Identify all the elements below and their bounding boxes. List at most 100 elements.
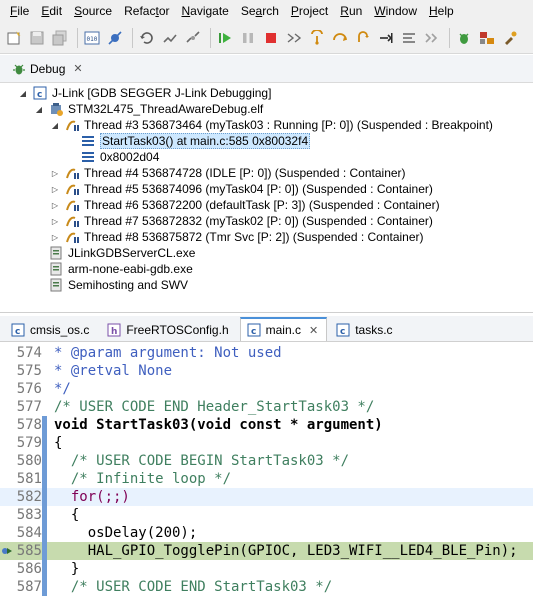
expanded-arrow-icon[interactable]: ◢ <box>18 88 28 98</box>
tab-main-c[interactable]: c main.c ✕ <box>239 317 328 341</box>
tree-item-process[interactable]: Semihosting and SWV <box>34 277 188 293</box>
external-tools-icon[interactable] <box>477 28 497 48</box>
use-step-filters-icon[interactable] <box>422 28 442 48</box>
c-file-icon: c <box>247 323 261 337</box>
tree-item-stack-frame[interactable]: 0x8002d04 <box>66 149 159 165</box>
h-file-icon: h <box>107 323 121 337</box>
line-number: 586 <box>16 561 42 577</box>
save-icon[interactable] <box>27 28 47 48</box>
code-line[interactable]: 578 void StartTask03(void const * argume… <box>0 416 533 434</box>
collapsed-arrow-icon[interactable]: ▷ <box>50 184 60 194</box>
code-line[interactable]: 586 } <box>0 560 533 578</box>
collapsed-arrow-icon[interactable]: ▷ <box>50 200 60 210</box>
disconnect-debug-icon[interactable] <box>284 28 304 48</box>
collapsed-arrow-icon[interactable]: ▷ <box>50 232 60 242</box>
instruction-stepping-icon[interactable] <box>376 28 396 48</box>
menu-window[interactable]: Window <box>368 0 423 22</box>
menu-edit[interactable]: Edit <box>35 0 68 22</box>
code-editor[interactable]: 574 * @param argument: Not used 575 * @r… <box>0 342 533 599</box>
line-number: 578 <box>16 417 42 433</box>
code-text: } <box>54 561 80 577</box>
toolbar-separator <box>210 27 211 48</box>
code-line[interactable]: 584 osDelay(200); <box>0 524 533 542</box>
tree-item-process[interactable]: JLinkGDBServerCL.exe <box>34 245 195 261</box>
menu-file[interactable]: File <box>4 0 35 22</box>
binary-icon[interactable]: 010 <box>82 28 102 48</box>
code-line[interactable]: 579 { <box>0 434 533 452</box>
step-into-icon[interactable] <box>307 28 327 48</box>
menu-bar: File Edit Source Refactor Navigate Searc… <box>0 0 533 22</box>
step-over-icon[interactable] <box>330 28 350 48</box>
terminate-icon[interactable] <box>261 28 281 48</box>
disconnect-icon[interactable] <box>183 28 203 48</box>
run-to-line-icon[interactable] <box>399 28 419 48</box>
collapsed-arrow-icon[interactable]: ▷ <box>50 168 60 178</box>
code-text: * @retval None <box>54 363 173 379</box>
suspend-icon[interactable] <box>238 28 258 48</box>
restart-icon[interactable] <box>137 28 157 48</box>
code-line[interactable]: 576 */ <box>0 380 533 398</box>
connect-icon[interactable] <box>160 28 180 48</box>
menu-help[interactable]: Help <box>423 0 460 22</box>
tab-cmsis-os-c[interactable]: c cmsis_os.c <box>4 317 98 341</box>
code-line[interactable]: 575 * @retval None <box>0 362 533 380</box>
tab-label: tasks.c <box>355 322 393 337</box>
code-text: /* USER CODE BEGIN StartTask03 */ <box>54 453 350 469</box>
tab-tasks-c[interactable]: c tasks.c <box>329 317 401 341</box>
menu-refactor[interactable]: Refactor <box>118 0 175 22</box>
code-text: /* USER CODE END StartTask03 */ <box>54 579 333 595</box>
line-number: 580 <box>16 453 42 469</box>
line-number: 574 <box>16 345 42 361</box>
tree-item-thread[interactable]: ▷ Thread #5 536874096 (myTask04 [P: 0]) … <box>50 181 433 197</box>
code-line-current[interactable]: 582 for(;;) <box>0 488 533 506</box>
tree-item-thread[interactable]: ▷ Thread #7 536872832 (myTask02 [P: 0]) … <box>50 213 433 229</box>
expanded-arrow-icon[interactable]: ◢ <box>34 104 44 114</box>
menu-run[interactable]: Run <box>334 0 368 22</box>
menu-project[interactable]: Project <box>285 0 334 22</box>
tree-item-label: Thread #7 536872832 (myTask02 [P: 0]) (S… <box>84 214 433 228</box>
close-icon[interactable]: ✕ <box>309 324 318 337</box>
tab-freertosconfig-h[interactable]: h FreeRTOSConfig.h <box>100 317 237 341</box>
code-line-instruction-pointer[interactable]: 585 HAL_GPIO_TogglePin(GPIOC, LED3_WIFI_… <box>0 542 533 560</box>
tree-item-target[interactable]: ◢ STM32L475_ThreadAwareDebug.elf <box>34 101 263 117</box>
code-text: { <box>54 507 80 523</box>
tree-item-thread[interactable]: ▷ Thread #6 536872200 (defaultTask [P: 3… <box>50 197 440 213</box>
svg-text:010: 010 <box>87 36 98 43</box>
line-number: 579 <box>16 435 42 451</box>
tree-item-stack-frame[interactable]: StartTask03() at main.c:585 0x80032f4 <box>66 133 311 149</box>
resume-icon[interactable] <box>215 28 235 48</box>
tab-debug[interactable]: Debug ✕ <box>6 57 89 81</box>
new-icon[interactable] <box>4 28 24 48</box>
code-line[interactable]: 577 /* USER CODE END Header_StartTask03 … <box>0 398 533 416</box>
tree-item-thread[interactable]: ▷ Thread #8 536875872 (Tmr Svc [P: 2]) (… <box>50 229 424 245</box>
tree-item-label: Thread #8 536875872 (Tmr Svc [P: 2]) (Su… <box>84 230 424 244</box>
close-icon[interactable]: ✕ <box>73 62 82 75</box>
save-all-icon[interactable] <box>50 28 70 48</box>
editor-area: c cmsis_os.c h FreeRTOSConfig.h c main.c… <box>0 316 533 599</box>
step-return-icon[interactable] <box>353 28 373 48</box>
svg-text:c: c <box>37 90 42 100</box>
thread-suspended-icon <box>64 229 80 245</box>
menu-navigate[interactable]: Navigate <box>175 0 234 22</box>
expanded-arrow-icon[interactable]: ◢ <box>50 120 60 130</box>
tree-item-thread[interactable]: ◢ Thread #3 536873464 (myTask03 : Runnin… <box>50 117 493 133</box>
code-line[interactable]: 574 * @param argument: Not used <box>0 344 533 362</box>
skip-breakpoints-icon[interactable] <box>105 28 125 48</box>
tree-item-process[interactable]: arm-none-eabi-gdb.exe <box>34 261 193 277</box>
code-line[interactable]: 580 /* USER CODE BEGIN StartTask03 */ <box>0 452 533 470</box>
code-line[interactable]: 581 /* Infinite loop */ <box>0 470 533 488</box>
thread-suspended-icon <box>64 197 80 213</box>
tree-item-label: 0x8002d04 <box>100 150 160 164</box>
tree-item-launch[interactable]: ◢ c J-Link [GDB SEGGER J-Link Debugging] <box>18 85 272 101</box>
collapsed-arrow-icon[interactable]: ▷ <box>50 216 60 226</box>
menu-source[interactable]: Source <box>68 0 118 22</box>
tree-item-label: Thread #4 536874728 (IDLE [P: 0]) (Suspe… <box>84 166 406 180</box>
debug-launch-icon[interactable] <box>454 28 474 48</box>
tree-item-label: Semihosting and SWV <box>68 278 189 292</box>
build-icon[interactable] <box>500 28 520 48</box>
change-ruler <box>42 416 47 596</box>
code-line[interactable]: 587 /* USER CODE END StartTask03 */ <box>0 578 533 596</box>
code-line[interactable]: 583 { <box>0 506 533 524</box>
menu-search[interactable]: Search <box>235 0 285 22</box>
tree-item-thread[interactable]: ▷ Thread #4 536874728 (IDLE [P: 0]) (Sus… <box>50 165 406 181</box>
